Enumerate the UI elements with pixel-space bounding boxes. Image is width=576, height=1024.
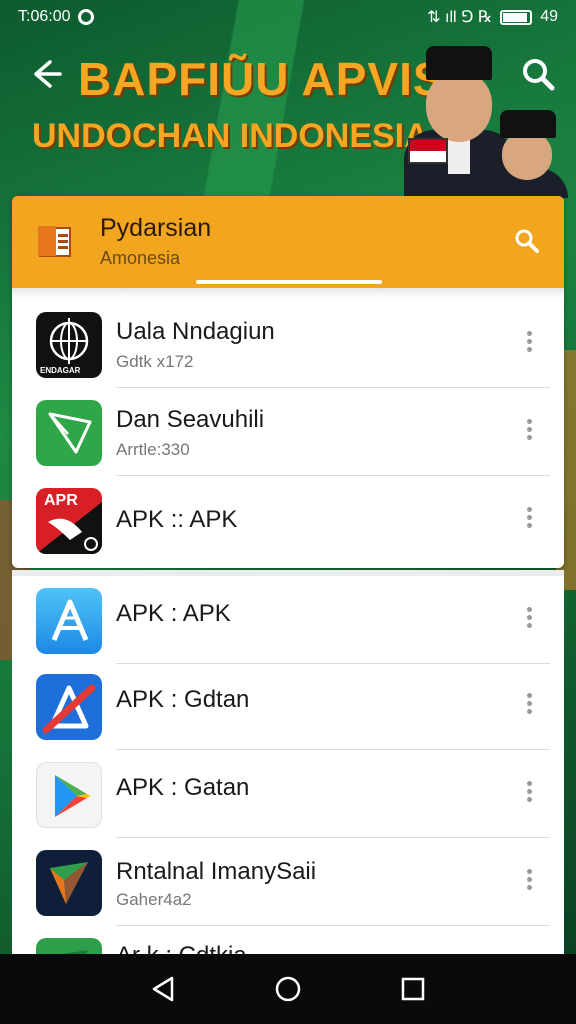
app-title: Uala Nndagiun xyxy=(116,318,275,345)
app-meta: Arrtle:330 xyxy=(116,440,190,459)
app-store-icon xyxy=(36,588,102,654)
app-title: Rntalnal ImanySaii xyxy=(116,858,317,885)
paper-plane-icon xyxy=(36,400,102,466)
list-item[interactable]: APK : Gdtan xyxy=(12,662,564,750)
globe-icon: ENDAGAR xyxy=(36,312,102,378)
kite-icon xyxy=(36,938,102,954)
blocked-store-icon xyxy=(36,674,102,740)
nav-back-icon[interactable] xyxy=(145,971,181,1007)
app-title: Ar k : Cdtkia xyxy=(116,942,247,954)
list-item[interactable]: APK : Gatan xyxy=(12,750,564,838)
apk-file-icon xyxy=(36,222,76,260)
list-item[interactable]: APR APK :: APK xyxy=(12,476,564,564)
card-header: Pydarsian Amonesia xyxy=(12,196,564,288)
nav-recents-icon[interactable] xyxy=(395,971,431,1007)
more-options-icon[interactable] xyxy=(522,504,536,534)
app-list: APK : APK APK : Gdtan APK : Gatan Rntaln… xyxy=(12,570,564,954)
app-title: Dan Seavuhili xyxy=(116,406,265,433)
app-title: APK :: APK xyxy=(116,506,238,533)
navigation-bar xyxy=(0,954,576,1024)
app-title: APK : APK xyxy=(116,600,231,627)
kite-icon xyxy=(36,850,102,916)
card-search-icon[interactable] xyxy=(512,226,542,256)
back-arrow-icon[interactable] xyxy=(26,56,66,96)
icon-caption: ENDAGAR xyxy=(40,366,81,375)
pen-nib-icon: APR xyxy=(36,488,102,554)
app-title: APK : Gdtan xyxy=(116,686,250,713)
more-options-icon[interactable] xyxy=(522,690,536,720)
app-title: APK : Gatan xyxy=(116,774,250,801)
card-title: Pydarsian xyxy=(100,214,212,242)
tab-indicator xyxy=(196,280,382,284)
more-options-icon[interactable] xyxy=(522,328,536,358)
play-store-icon xyxy=(36,762,102,828)
list-item[interactable]: Rntalnal ImanySaii Gaher4a2 xyxy=(12,838,564,926)
more-options-icon[interactable] xyxy=(522,416,536,446)
list-item[interactable]: Dan Seavuhili Arrtle:330 xyxy=(12,388,564,476)
app-meta: Gaher4a2 xyxy=(116,890,192,909)
app-meta: Gdtk x172 xyxy=(116,352,194,371)
more-options-icon[interactable] xyxy=(522,778,536,808)
banner-subtitle: UNDOCHAN INDONESIA xyxy=(32,117,429,155)
network-icons: ⇅ ıll ⅁ ℞ xyxy=(427,9,493,26)
more-options-icon[interactable] xyxy=(522,604,536,634)
more-options-icon[interactable] xyxy=(522,866,536,896)
list-item[interactable]: APK : APK xyxy=(12,576,564,664)
banner-person-image xyxy=(488,108,568,198)
app-card: Pydarsian Amonesia ENDAGAR Uala Nndagiun… xyxy=(12,196,564,568)
battery-icon xyxy=(500,9,533,25)
battery-level: 49 xyxy=(540,8,558,25)
notification-icon xyxy=(78,9,95,25)
list-item[interactable]: ENDAGAR Uala Nndagiun Gdtk x172 xyxy=(12,300,564,388)
search-icon[interactable] xyxy=(518,54,558,94)
list-item[interactable]: Ar k : Cdtkia xyxy=(12,926,564,954)
banner-title: BAPFIŨU APVIS xyxy=(78,53,445,105)
icon-caption: APR xyxy=(44,492,78,509)
nav-home-icon[interactable] xyxy=(270,971,306,1007)
card-subtitle: Amonesia xyxy=(100,248,181,268)
status-bar: T:06:00 ⇅ ıll ⅁ ℞ 49 xyxy=(0,0,576,34)
status-time: T:06:00 xyxy=(18,8,71,25)
